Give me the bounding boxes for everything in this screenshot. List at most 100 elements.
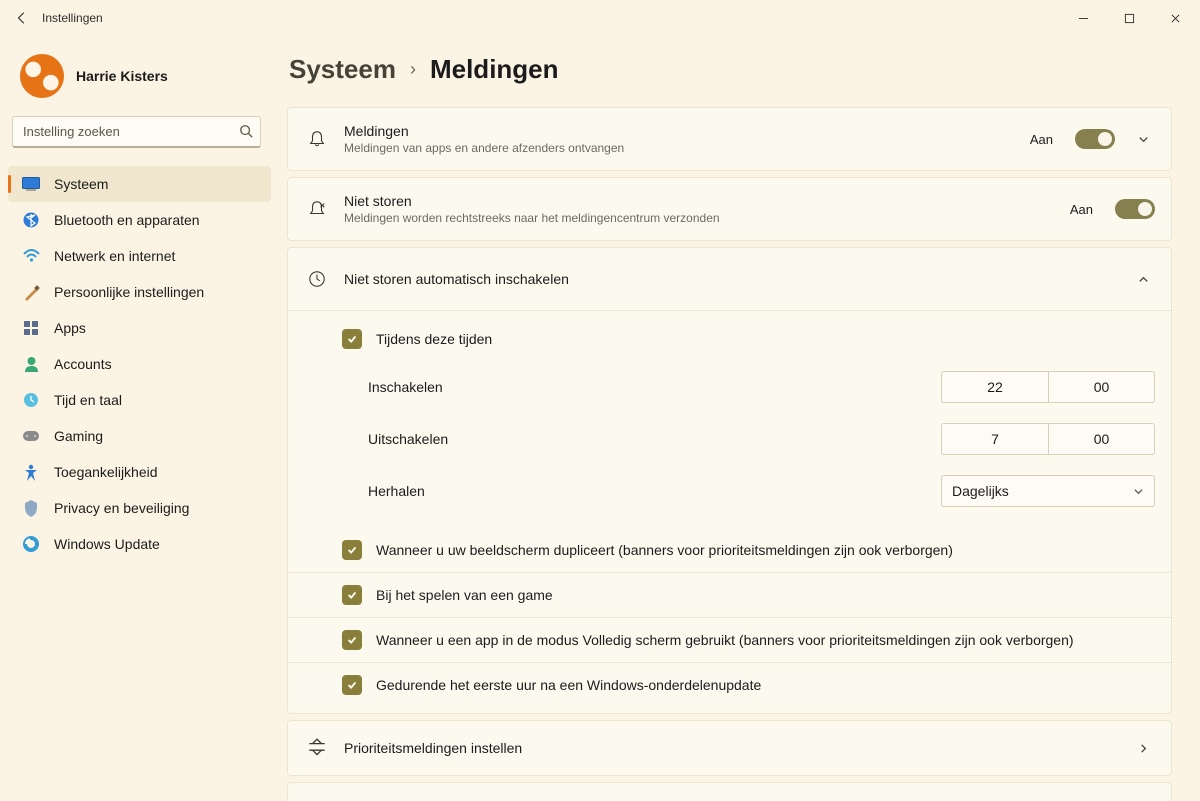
toggle-notifications[interactable]: [1075, 129, 1115, 149]
window-title: Instellingen: [42, 11, 103, 25]
row-focus[interactable]: Focus Sessieduur, badges van apps verber…: [288, 783, 1171, 801]
sidebar-item-update[interactable]: Windows Update: [8, 526, 271, 562]
disable-label: Uitschakelen: [368, 431, 941, 447]
sidebar-item-netwerk[interactable]: Netwerk en internet: [8, 238, 271, 274]
card-dnd: Niet storen Meldingen worden rechtstreek…: [287, 177, 1172, 241]
sidebar-item-apps[interactable]: Apps: [8, 310, 271, 346]
sidebar-item-label: Persoonlijke instellingen: [54, 284, 204, 300]
titlebar: Instellingen: [0, 0, 1200, 36]
row-desc: Meldingen van apps en andere afzenders o…: [344, 141, 1014, 155]
sidebar-item-label: Tijd en taal: [54, 392, 122, 408]
personalize-icon: [22, 283, 40, 301]
sidebar-item-privacy[interactable]: Privacy en beveiliging: [8, 490, 271, 526]
user-name: Harrie Kisters: [76, 68, 168, 84]
row-title: Meldingen: [344, 123, 1014, 139]
main-panel: Systeem › Meldingen Meldingen Meldingen …: [275, 36, 1200, 801]
checkbox-fullscreen[interactable]: [342, 630, 362, 650]
check-label: Wanneer u een app in de modus Volledig s…: [376, 632, 1074, 648]
bell-icon: [306, 130, 328, 148]
disable-minute-select[interactable]: 00: [1048, 423, 1155, 455]
sidebar-item-tijd[interactable]: Tijd en taal: [8, 382, 271, 418]
sidebar-item-label: Toegankelijkheid: [54, 464, 158, 480]
sidebar-item-label: Accounts: [54, 356, 112, 372]
privacy-icon: [22, 499, 40, 517]
minimize-button[interactable]: [1060, 0, 1106, 36]
check-times-row: Tijdens deze tijden: [288, 311, 1171, 361]
row-title: Niet storen automatisch inschakelen: [344, 271, 1115, 287]
chevron-up-icon[interactable]: [1131, 273, 1155, 286]
user-block[interactable]: Harrie Kisters: [8, 44, 271, 116]
breadcrumb-parent[interactable]: Systeem: [289, 54, 396, 85]
disable-hour-select[interactable]: 7: [941, 423, 1048, 455]
enable-time-row: Inschakelen 22 00: [288, 361, 1171, 413]
sidebar-item-label: Windows Update: [54, 536, 160, 552]
dnd-icon: [306, 200, 328, 218]
toggle-dnd[interactable]: [1115, 199, 1155, 219]
close-button[interactable]: [1152, 0, 1198, 36]
system-icon: [22, 175, 40, 193]
sidebar: Harrie Kisters Systeem Bluetooth en appa…: [0, 36, 275, 801]
time-icon: [22, 391, 40, 409]
sidebar-item-persoonlijk[interactable]: Persoonlijke instellingen: [8, 274, 271, 310]
repeat-label: Herhalen: [368, 483, 941, 499]
search-input[interactable]: [12, 116, 261, 148]
card-auto-dnd: Niet storen automatisch inschakelen Tijd…: [287, 247, 1172, 714]
search-field[interactable]: [12, 116, 261, 148]
check-duplicate-row: Wanneer u uw beeldscherm dupliceert (ban…: [288, 527, 1171, 572]
card-priority: Prioriteitsmeldingen instellen: [287, 720, 1172, 776]
check-game-row: Bij het spelen van een game: [288, 572, 1171, 617]
apps-icon: [22, 319, 40, 337]
enable-label: Inschakelen: [368, 379, 941, 395]
sidebar-item-gaming[interactable]: Gaming: [8, 418, 271, 454]
check-fullscreen-row: Wanneer u een app in de modus Volledig s…: [288, 617, 1171, 662]
row-title: Niet storen: [344, 193, 1054, 209]
gaming-icon: [22, 427, 40, 445]
repeat-row: Herhalen Dagelijks: [288, 465, 1171, 527]
accounts-icon: [22, 355, 40, 373]
row-notifications[interactable]: Meldingen Meldingen van apps en andere a…: [288, 108, 1171, 170]
sidebar-item-label: Systeem: [54, 176, 108, 192]
card-focus: Focus Sessieduur, badges van apps verber…: [287, 782, 1172, 801]
bluetooth-icon: [22, 211, 40, 229]
repeat-select[interactable]: Dagelijks: [941, 475, 1155, 507]
check-label: Gedurende het eerste uur na een Windows-…: [376, 677, 761, 693]
search-icon: [239, 124, 253, 141]
back-button[interactable]: [2, 0, 42, 36]
row-auto-dnd-header[interactable]: Niet storen automatisch inschakelen: [288, 248, 1171, 310]
sidebar-item-label: Netwerk en internet: [54, 248, 175, 264]
toggle-status: Aan: [1070, 202, 1093, 217]
row-desc: Meldingen worden rechtstreeks naar het m…: [344, 211, 1054, 225]
sidebar-item-systeem[interactable]: Systeem: [8, 166, 271, 202]
checkbox-duplicate[interactable]: [342, 540, 362, 560]
enable-minute-select[interactable]: 00: [1048, 371, 1155, 403]
row-dnd[interactable]: Niet storen Meldingen worden rechtstreek…: [288, 178, 1171, 240]
sidebar-item-label: Apps: [54, 320, 86, 336]
row-priority[interactable]: Prioriteitsmeldingen instellen: [288, 721, 1171, 775]
toggle-status: Aan: [1030, 132, 1053, 147]
maximize-button[interactable]: [1106, 0, 1152, 36]
accessibility-icon: [22, 463, 40, 481]
nav-list: Systeem Bluetooth en apparaten Netwerk e…: [8, 166, 271, 562]
priority-icon: [306, 737, 328, 759]
breadcrumb: Systeem › Meldingen: [287, 46, 1172, 107]
checkbox-times[interactable]: [342, 329, 362, 349]
enable-hour-select[interactable]: 22: [941, 371, 1048, 403]
breadcrumb-sep-icon: ›: [410, 59, 416, 80]
sidebar-item-toegankelijkheid[interactable]: Toegankelijkheid: [8, 454, 271, 490]
update-icon: [22, 535, 40, 553]
sidebar-item-label: Privacy en beveiliging: [54, 500, 189, 516]
checkbox-game[interactable]: [342, 585, 362, 605]
check-label: Wanneer u uw beeldscherm dupliceert (ban…: [376, 542, 953, 558]
repeat-value: Dagelijks: [952, 483, 1009, 499]
chevron-down-icon[interactable]: [1131, 133, 1155, 146]
sidebar-item-bluetooth[interactable]: Bluetooth en apparaten: [8, 202, 271, 238]
chevron-down-icon: [1133, 486, 1144, 497]
sidebar-item-accounts[interactable]: Accounts: [8, 346, 271, 382]
chevron-right-icon: [1131, 742, 1155, 755]
disable-time-row: Uitschakelen 7 00: [288, 413, 1171, 465]
avatar: [20, 54, 64, 98]
page-title: Meldingen: [430, 54, 559, 85]
clock-auto-icon: [306, 270, 328, 288]
card-notifications: Meldingen Meldingen van apps en andere a…: [287, 107, 1172, 171]
checkbox-update[interactable]: [342, 675, 362, 695]
